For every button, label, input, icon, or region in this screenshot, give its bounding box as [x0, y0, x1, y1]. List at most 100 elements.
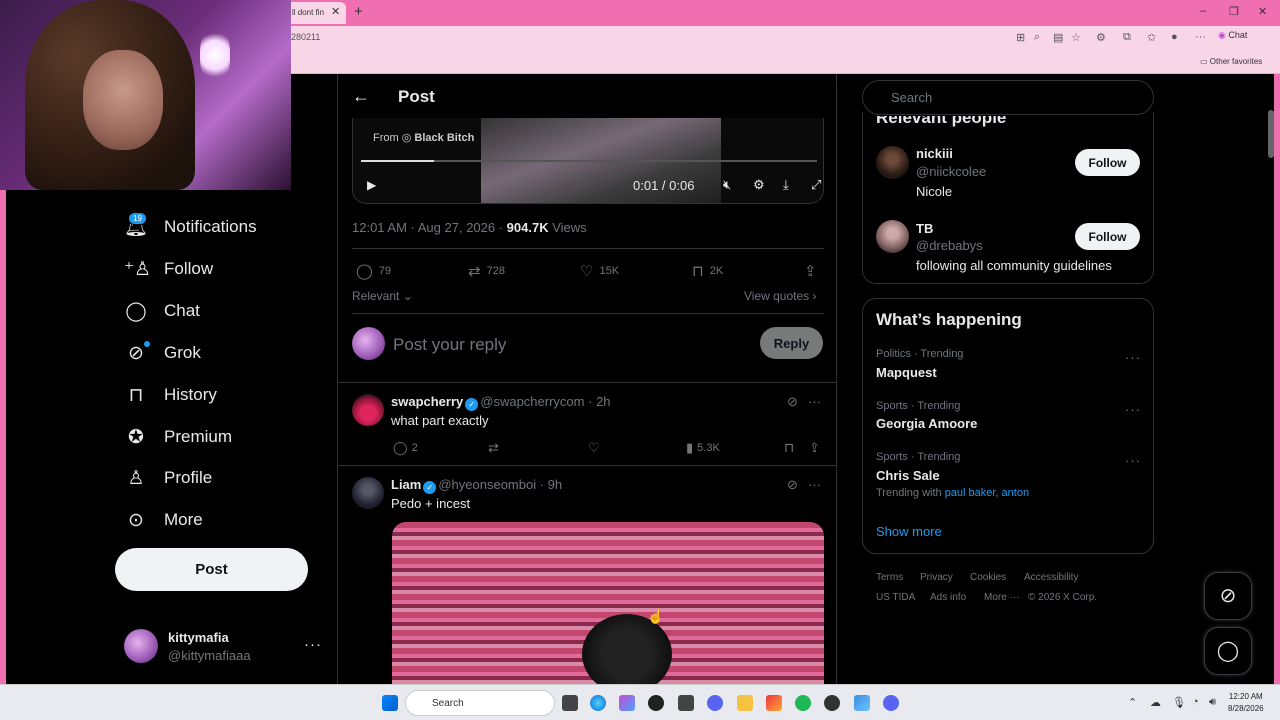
- trend-name[interactable]: Mapquest: [876, 365, 937, 380]
- footer-link-ads-info[interactable]: Ads info: [930, 592, 966, 603]
- person-name[interactable]: TB: [916, 221, 933, 236]
- taskbar-clock[interactable]: 12:20 AM 8/28/2026: [1228, 691, 1264, 715]
- discord-icon[interactable]: [707, 695, 723, 711]
- tweet-time[interactable]: · 9h: [540, 477, 562, 492]
- sidebar-item-more[interactable]: ⊙ More: [124, 504, 203, 536]
- minimize-icon[interactable]: –: [1200, 5, 1206, 17]
- reader-icon[interactable]: ▤: [1053, 31, 1063, 44]
- favorite-star-icon[interactable]: ☆: [1071, 31, 1081, 44]
- tweet-author-handle[interactable]: @hyeonseomboi: [438, 477, 536, 492]
- volume-icon[interactable]: 🔊︎: [1209, 696, 1216, 709]
- url-field[interactable]: 280211: [291, 32, 320, 42]
- footer-link-cookies[interactable]: Cookies: [970, 572, 1006, 583]
- profile-icon[interactable]: ●: [1171, 31, 1178, 43]
- avatar[interactable]: [352, 477, 384, 509]
- share-action[interactable]: ⇪: [804, 262, 823, 280]
- sidebar-item-profile[interactable]: ♙ Profile: [124, 462, 212, 494]
- trend-more-icon[interactable]: ···: [1125, 350, 1141, 365]
- account-handle[interactable]: @kittymafiaaa: [168, 648, 251, 663]
- taskbar-search[interactable]: Search: [405, 690, 555, 716]
- more-icon[interactable]: ···: [808, 477, 821, 492]
- windows-start-icon[interactable]: [382, 695, 398, 711]
- footer-link-us-tida[interactable]: US TIDA: [876, 592, 915, 603]
- wifi-icon[interactable]: ◔: [1192, 696, 1199, 708]
- avatar[interactable]: [876, 220, 909, 253]
- ghost-app-icon[interactable]: [648, 695, 664, 711]
- sidebar-item-chat[interactable]: ◯ Chat: [124, 295, 200, 327]
- view-quotes-link[interactable]: View quotes ›: [744, 289, 817, 303]
- browser-menu-icon[interactable]: ···: [1195, 31, 1206, 43]
- copilot-icon[interactable]: [619, 695, 635, 711]
- footer-link-more[interactable]: More ···: [984, 592, 1020, 603]
- trend-related-links[interactable]: paul baker, anton: [945, 487, 1029, 499]
- settings-gear-icon[interactable]: ⚙: [753, 177, 765, 193]
- store-icon[interactable]: [678, 695, 694, 711]
- post-timestamp[interactable]: 12:01 AM · Aug 27, 2026 ·: [352, 220, 507, 235]
- snipping-tool-icon[interactable]: [854, 695, 870, 711]
- grok-fab-button[interactable]: ⊘: [1204, 572, 1252, 620]
- messages-fab-button[interactable]: ◯: [1204, 627, 1252, 675]
- back-arrow-icon[interactable]: ←: [352, 86, 370, 107]
- share-action[interactable]: ⇪: [809, 440, 824, 456]
- person-handle[interactable]: @drebabys: [916, 238, 983, 253]
- maximize-icon[interactable]: ❐: [1229, 5, 1239, 18]
- sidebar-item-premium[interactable]: ✪ Premium: [124, 421, 232, 453]
- account-name[interactable]: kittymafia: [168, 630, 229, 645]
- grok-icon[interactable]: ⊘: [787, 477, 798, 493]
- tray-chevron-up-icon[interactable]: ⌃: [1128, 696, 1137, 709]
- tweet-author-handle[interactable]: @swapcherrycom: [480, 394, 584, 409]
- split-screen-icon[interactable]: ⧉: [1123, 31, 1131, 44]
- task-view-icon[interactable]: [562, 695, 578, 711]
- bookmark-action[interactable]: ⊓: [784, 440, 798, 456]
- new-tab-icon[interactable]: +: [354, 3, 363, 20]
- account-more-icon[interactable]: ···: [304, 636, 322, 653]
- scrollbar[interactable]: [1268, 110, 1274, 158]
- file-explorer-icon[interactable]: [737, 695, 753, 711]
- search-input[interactable]: Search: [862, 80, 1154, 115]
- sidebar-item-grok[interactable]: ⊘ Grok: [124, 337, 201, 369]
- follow-button[interactable]: Follow: [1075, 223, 1140, 250]
- trend-name[interactable]: Chris Sale: [876, 468, 940, 483]
- trend-more-icon[interactable]: ···: [1125, 453, 1141, 468]
- like-action[interactable]: ♡: [588, 440, 604, 456]
- show-more-link[interactable]: Show more: [876, 524, 942, 539]
- cloud-icon[interactable]: ☁: [1150, 696, 1161, 709]
- person-name[interactable]: nickiii: [916, 146, 953, 161]
- mute-icon[interactable]: 🔇︎: [723, 177, 731, 193]
- repost-action[interactable]: ⇄ 728: [468, 262, 505, 280]
- reply-action[interactable]: ◯ 79: [356, 262, 391, 280]
- tweet-time[interactable]: · 2h: [588, 394, 610, 409]
- bookmark-action[interactable]: ⊓ 2K: [692, 262, 723, 280]
- views-action[interactable]: ▮ 5.3K: [686, 440, 720, 456]
- spotify-icon[interactable]: [795, 695, 811, 711]
- reply-button[interactable]: Reply: [760, 327, 823, 359]
- sort-replies-dropdown[interactable]: Relevant ⌄: [352, 289, 413, 303]
- other-favorites[interactable]: ▭ Other favorites: [1200, 57, 1262, 66]
- footer-link-terms[interactable]: Terms: [876, 572, 903, 583]
- tweet-author-name[interactable]: swapcherry: [391, 394, 463, 409]
- favorites-icon[interactable]: ✩: [1147, 31, 1156, 44]
- reply-action[interactable]: ◯ 2: [393, 440, 418, 456]
- photos-icon[interactable]: [766, 695, 782, 711]
- obs-icon[interactable]: [824, 695, 840, 711]
- microphone-icon[interactable]: 🎙︎: [1172, 696, 1186, 709]
- discord-alt-icon[interactable]: [883, 695, 899, 711]
- tweet-author-name[interactable]: Liam: [391, 477, 421, 492]
- repost-action[interactable]: ⇄: [488, 440, 503, 456]
- person-handle[interactable]: @niickcolee: [916, 164, 986, 179]
- footer-link-accessibility[interactable]: Accessibility: [1024, 572, 1078, 583]
- from-name[interactable]: Black Bitch: [414, 132, 474, 144]
- tab-close-icon[interactable]: ✕: [331, 5, 340, 18]
- sidebar-item-history[interactable]: ⊓ History: [124, 379, 217, 411]
- tweet-media[interactable]: [392, 522, 824, 684]
- edge-browser-icon[interactable]: [590, 695, 606, 711]
- video-player[interactable]: From ◎ Black Bitch ▶ 0:01 / 0:06 🔇︎ ⚙ ⤓ …: [352, 118, 824, 204]
- play-icon[interactable]: ▶: [367, 178, 376, 192]
- fullscreen-icon[interactable]: ⤢: [811, 177, 821, 193]
- trend-name[interactable]: Georgia Amoore: [876, 416, 977, 431]
- app-icon[interactable]: ⊞: [1016, 31, 1025, 44]
- more-icon[interactable]: ···: [808, 394, 821, 409]
- footer-link-privacy[interactable]: Privacy: [920, 572, 953, 583]
- sidebar-item-follow[interactable]: ⁺♙ Follow: [124, 253, 213, 285]
- pip-icon[interactable]: ⤓: [783, 177, 789, 193]
